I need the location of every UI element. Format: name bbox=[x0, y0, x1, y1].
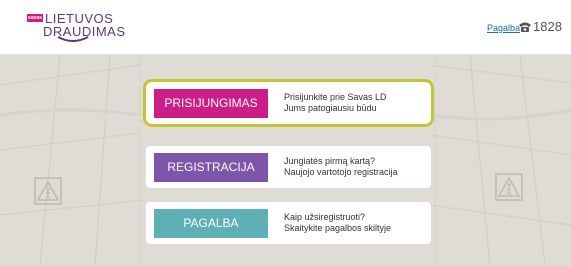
login-page: savas LIETUVOS DRAUDIMAS Pagalba 1828 PR… bbox=[0, 0, 571, 266]
login-card: PRISIJUNGIMAS Prisijunkite prie Savas LD… bbox=[146, 82, 431, 124]
help-card: PAGALBA Kaip užsiregistruoti? Skaitykite… bbox=[146, 202, 431, 244]
phone-number: 1828 bbox=[533, 19, 562, 34]
register-description-line-1: Jungiatės pirmą kartą? bbox=[284, 156, 376, 166]
help-link[interactable]: Pagalba bbox=[487, 23, 520, 33]
phone-icon bbox=[519, 22, 531, 32]
register-button[interactable]: REGISTRACIJA bbox=[154, 153, 268, 182]
lietuvos-draudimas-logo[interactable]: savas LIETUVOS DRAUDIMAS bbox=[27, 8, 125, 48]
header: savas LIETUVOS DRAUDIMAS Pagalba 1828 bbox=[0, 0, 571, 55]
help-button[interactable]: PAGALBA bbox=[154, 209, 268, 238]
login-description-line-2: Jums patogiausiu būdu bbox=[284, 103, 377, 113]
logo-swoosh-icon bbox=[57, 36, 89, 42]
pedestrian-sign-icon bbox=[495, 173, 523, 201]
register-description: Jungiatės pirmą kartą? Naujojo vartotojo… bbox=[284, 156, 398, 178]
pedestrian-sign-icon bbox=[34, 177, 62, 205]
login-description-line-1: Prisijunkite prie Savas LD bbox=[284, 92, 387, 102]
help-description: Kaip užsiregistruoti? Skaitykite pagalbo… bbox=[284, 212, 391, 234]
login-description: Prisijunkite prie Savas LD Jums patogiau… bbox=[284, 92, 387, 114]
login-button[interactable]: PRISIJUNGIMAS bbox=[154, 89, 268, 118]
register-description-line-2: Naujojo vartotojo registracija bbox=[284, 167, 398, 177]
register-card: REGISTRACIJA Jungiatės pirmą kartą? Nauj… bbox=[146, 146, 431, 188]
phone-contact: 1828 bbox=[518, 19, 562, 34]
help-description-line-2: Skaitykite pagalbos skiltyje bbox=[284, 223, 392, 233]
savas-badge: savas bbox=[27, 14, 43, 22]
help-description-line-1: Kaip užsiregistruoti? bbox=[284, 212, 366, 222]
